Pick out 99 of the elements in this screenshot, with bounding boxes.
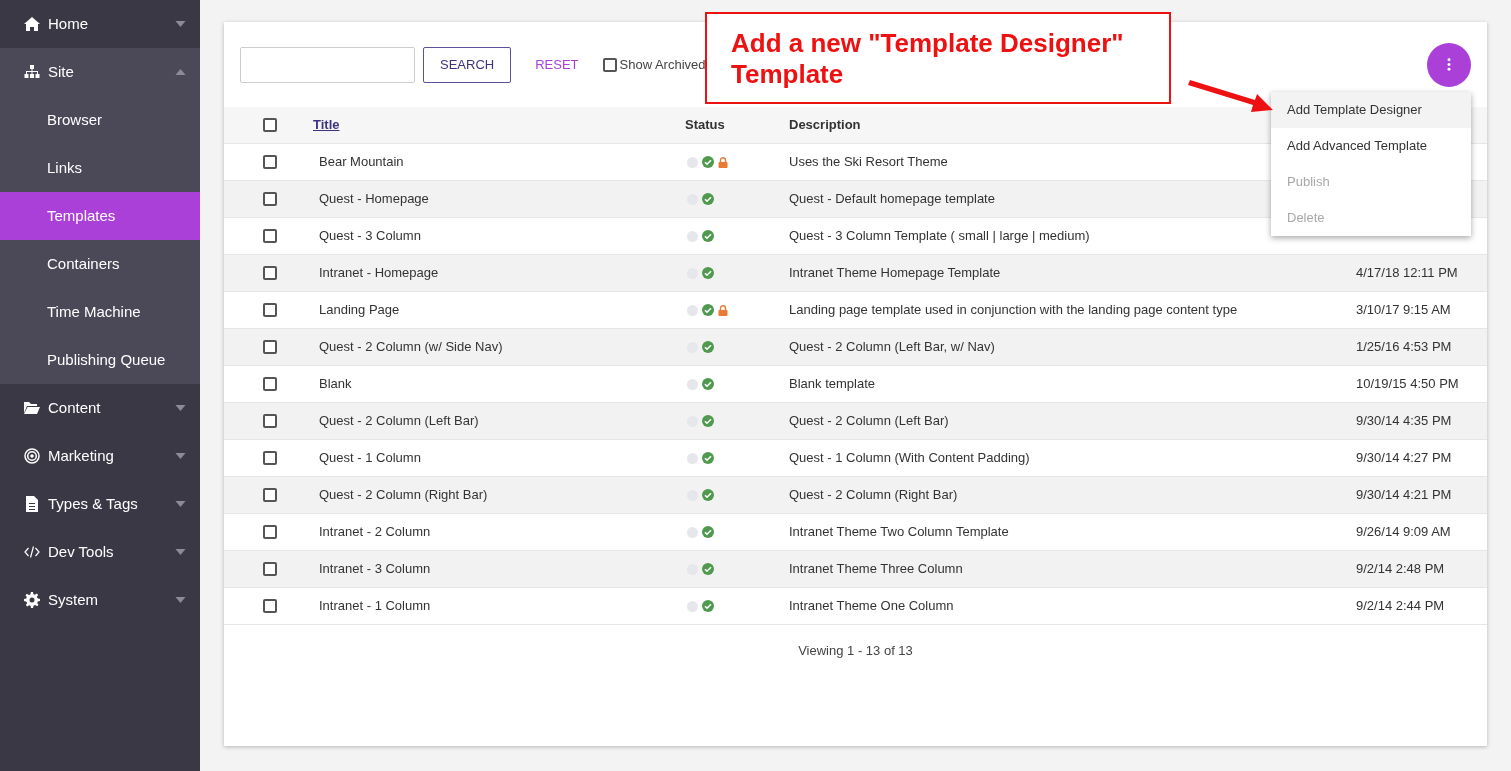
sidebar-subitem[interactable]: Links: [0, 144, 200, 192]
show-archived-checkbox[interactable]: [602, 57, 617, 72]
sidebar-item[interactable]: Content: [0, 384, 200, 432]
title-cell-text: Bear Mountain: [318, 153, 405, 172]
description-cell-text: Intranet Theme One Column: [789, 597, 955, 616]
search-field[interactable]: [240, 46, 415, 83]
caret-down-icon: [175, 405, 186, 411]
date-cell-text: 9/2/14 2:48 PM: [1356, 560, 1445, 579]
description-cell-text: Blank template: [789, 375, 876, 394]
caret-down-icon: [175, 597, 186, 603]
sidebar-subitem[interactable]: Browser: [0, 96, 200, 144]
title-cell-text: Intranet - 1 Column: [318, 597, 432, 616]
row-checkbox[interactable]: [262, 599, 277, 613]
row-checkbox[interactable]: [262, 414, 277, 428]
table-row[interactable]: Intranet - 3 Column Intranet Theme Three Column 9/2/14 2:48 PM: [224, 551, 1487, 588]
row-checkbox[interactable]: [262, 377, 277, 391]
document-icon: [24, 496, 40, 512]
description-cell-text: Quest - 3 Column Template ( small | large | medium): [789, 227, 1091, 246]
title-cell-text: Quest - 2 Column (Right Bar): [318, 486, 489, 505]
title-cell-text: Intranet - 2 Column: [318, 523, 432, 542]
sidebar-item[interactable]: Marketing: [0, 432, 200, 480]
more-options-button[interactable]: [1427, 42, 1471, 87]
target-icon: [24, 448, 40, 464]
title-cell-text: Quest - 2 Column (w/ Side Nav): [318, 338, 504, 357]
title-cell-text: Blank: [318, 375, 353, 394]
description-cell-text: Intranet Theme Homepage Template: [789, 264, 1002, 283]
row-checkbox[interactable]: [262, 562, 277, 576]
table-row[interactable]: Blank Blank template 10/19/15 4:50 PM: [224, 366, 1487, 403]
code-icon: [24, 544, 40, 560]
date-cell-text: 10/19/15 4:50 PM: [1356, 375, 1459, 394]
home-icon: [24, 16, 40, 32]
row-checkbox[interactable]: [262, 451, 277, 465]
caret-down-icon: [175, 501, 186, 507]
table-row[interactable]: Landing Page Landing page template used in conjunction with the landing page content type 3/10/17 9:15 AM: [224, 292, 1487, 329]
row-checkbox[interactable]: [262, 155, 277, 169]
date-cell-text: 9/26/14 9:09 AM: [1356, 523, 1451, 542]
sidebar-item[interactable]: System: [0, 576, 200, 624]
title-cell-text: Quest - 1 Column: [318, 449, 422, 468]
caret-down-icon: [175, 21, 186, 27]
sidebar-subitem[interactable]: Containers: [0, 240, 200, 288]
caret-down-icon: [175, 453, 186, 459]
search-button[interactable]: SEARCH: [423, 46, 512, 83]
title-cell-text: Intranet - Homepage: [318, 264, 440, 283]
description-cell-text: Intranet Theme Three Column: [789, 560, 964, 579]
title-column-header[interactable]: Title: [313, 115, 685, 135]
table-row[interactable]: Intranet - Homepage Intranet Theme Homepage Template 4/17/18 12:11 PM: [224, 255, 1487, 292]
description-cell-text: Intranet Theme Two Column Template: [789, 523, 1010, 542]
table-row[interactable]: Intranet - 1 Column Intranet Theme One Column 9/2/14 2:44 PM: [224, 588, 1487, 625]
description-cell-text: Quest - 1 Column (With Content Padding): [789, 449, 1031, 468]
sidebar-item[interactable]: Dev Tools: [0, 528, 200, 576]
kebab-icon: [1447, 58, 1451, 71]
sidebar-subitem[interactable]: Publishing Queue: [0, 336, 200, 384]
date-cell-text: 4/17/18 12:11 PM: [1356, 264, 1458, 283]
menu-item[interactable]: Add Template Designer: [1271, 92, 1471, 128]
date-cell-text: 9/30/14 4:21 PM: [1356, 486, 1452, 505]
description-cell-text: Uses the Ski Resort Theme: [789, 153, 949, 172]
caret-up-icon: [175, 69, 186, 75]
column-header: Description: [789, 116, 861, 135]
date-cell-text: 3/10/17 9:15 AM: [1356, 301, 1451, 320]
table-row[interactable]: Quest - 2 Column (Right Bar) Quest - 2 Column (Right Bar) 9/30/14 4:21 PM: [224, 477, 1487, 514]
row-checkbox[interactable]: [262, 266, 277, 280]
pagination-summary: Viewing 1 - 13 of 13: [798, 642, 913, 660]
select-all-checkbox[interactable]: [262, 118, 277, 132]
title-cell-text: Landing Page: [318, 301, 401, 320]
title-cell-text: Intranet - 3 Column: [318, 560, 432, 579]
date-cell-text: 9/30/14 4:35 PM: [1356, 412, 1452, 431]
show-archived-label: Show Archived: [619, 55, 706, 74]
description-cell-text: Quest - 2 Column (Left Bar, w/ Nav): [789, 338, 996, 357]
title-cell-text: Quest - Homepage: [318, 190, 430, 209]
sidebar-item[interactable]: Site: [0, 48, 200, 96]
row-checkbox[interactable]: [262, 525, 277, 539]
row-checkbox[interactable]: [262, 340, 277, 354]
sidebar-item[interactable]: Types & Tags: [0, 480, 200, 528]
row-checkbox[interactable]: [262, 303, 277, 317]
table-row[interactable]: Intranet - 2 Column Intranet Theme Two Column Template 9/26/14 9:09 AM: [224, 514, 1487, 551]
description-cell-text: Quest - Default homepage template: [789, 190, 996, 209]
sidebar-subitem[interactable]: Templates: [0, 192, 200, 240]
date-cell-text: 9/2/14 2:44 PM: [1356, 597, 1445, 616]
sidebar-subitem[interactable]: Time Machine: [0, 288, 200, 336]
settings-icon: [24, 592, 40, 608]
description-cell-text: Quest - 2 Column (Right Bar): [789, 486, 959, 505]
table-row[interactable]: Quest - 1 Column Quest - 1 Column (With Content Padding) 9/30/14 4:27 PM: [224, 440, 1487, 477]
date-cell-text: 9/30/14 4:27 PM: [1356, 449, 1452, 468]
title-cell-text: Quest - 2 Column (Left Bar): [318, 412, 480, 431]
folder-icon: [24, 400, 40, 416]
description-cell-text: Landing page template used in conjunction with the landing page content type: [789, 301, 1239, 320]
table-row[interactable]: Quest - 2 Column (w/ Side Nav) Quest - 2 Column (Left Bar, w/ Nav) 1/25/16 4:53 PM: [224, 329, 1487, 366]
row-checkbox[interactable]: [262, 488, 277, 502]
sitemap-icon: [24, 64, 40, 80]
annotation-callout: Add a new "Template Designer" Template: [705, 12, 1171, 104]
row-checkbox[interactable]: [262, 229, 277, 243]
title-cell-text: Quest - 3 Column: [318, 227, 422, 246]
date-cell-text: 1/25/16 4:53 PM: [1356, 338, 1452, 357]
row-checkbox[interactable]: [262, 192, 277, 206]
caret-down-icon: [175, 549, 186, 555]
reset-button[interactable]: RESET: [519, 46, 595, 83]
column-header: Status: [685, 116, 726, 135]
description-cell-text: Quest - 2 Column (Left Bar): [789, 412, 950, 431]
table-row[interactable]: Quest - 2 Column (Left Bar) Quest - 2 Column (Left Bar) 9/30/14 4:35 PM: [224, 403, 1487, 440]
